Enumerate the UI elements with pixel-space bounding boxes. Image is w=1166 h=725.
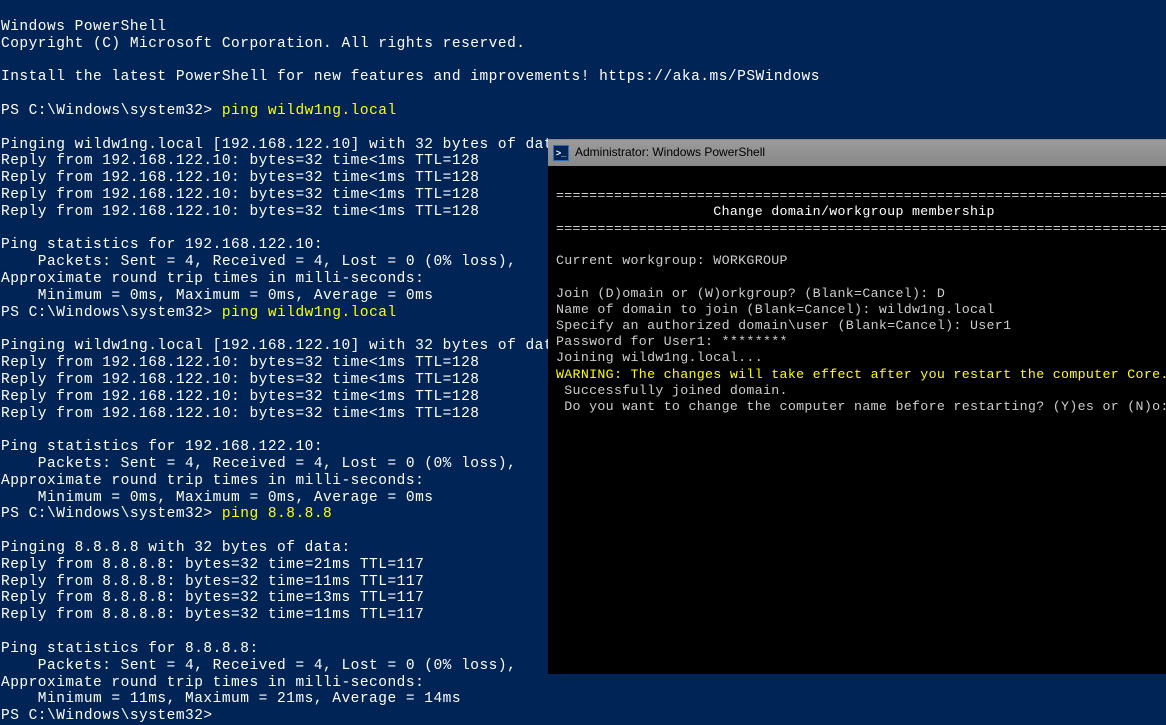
secondary-window-titlebar[interactable]: >_ Administrator: Windows PowerShell: [548, 140, 1166, 166]
warning-line: WARNING: The changes will take effect af…: [556, 367, 1166, 382]
ping1-packets: Packets: Sent = 4, Received = 4, Lost = …: [1, 254, 516, 270]
divider-bottom: ========================================…: [556, 221, 1166, 236]
secondary-powershell-window[interactable]: >_ Administrator: Windows PowerShell ===…: [548, 139, 1166, 674]
domain-name-line: Name of domain to join (Blank=Cancel): w…: [556, 302, 995, 317]
ping3-approx: Approximate round trip times in milli-se…: [1, 675, 424, 691]
ping2-times: Minimum = 0ms, Maximum = 0ms, Average = …: [1, 490, 433, 506]
divider-top: ========================================…: [556, 188, 1166, 203]
ping2-stats-header: Ping statistics for 192.168.122.10:: [1, 439, 323, 455]
ping2-header: Pinging wildw1ng.local [192.168.122.10] …: [1, 338, 572, 354]
secondary-terminal-content[interactable]: ========================================…: [548, 166, 1166, 415]
user-spec-line: Specify an authorized domain\user (Blank…: [556, 318, 1011, 333]
ping3-reply-line: Reply from 8.8.8.8: bytes=32 time=21ms T…: [1, 557, 424, 573]
ping2-reply-line: Reply from 192.168.122.10: bytes=32 time…: [1, 389, 479, 405]
ping3-stats-header: Ping statistics for 8.8.8.8:: [1, 641, 259, 657]
final-prompt: PS C:\Windows\system32>: [1, 708, 213, 724]
ping2-reply-line: Reply from 192.168.122.10: bytes=32 time…: [1, 355, 479, 371]
success-line: Successfully joined domain.: [556, 383, 788, 398]
ping3-times: Minimum = 11ms, Maximum = 21ms, Average …: [1, 691, 461, 707]
prompt-3: PS C:\Windows\system32> ping 8.8.8.8: [1, 506, 332, 522]
current-workgroup: Current workgroup: WORKGROUP: [556, 253, 788, 268]
ping1-header: Pinging wildw1ng.local [192.168.122.10] …: [1, 137, 572, 153]
ping1-reply-line: Reply from 192.168.122.10: bytes=32 time…: [1, 187, 479, 203]
copyright-line: Copyright (C) Microsoft Corporation. All…: [1, 36, 525, 52]
prompt-2: PS C:\Windows\system32> ping wildw1ng.lo…: [1, 305, 397, 321]
password-line: Password for User1: ********: [556, 334, 788, 349]
joining-line: Joining wildw1ng.local...: [556, 350, 763, 365]
secondary-window-title: Administrator: Windows PowerShell: [575, 146, 765, 160]
ping2-reply-line: Reply from 192.168.122.10: bytes=32 time…: [1, 406, 479, 422]
ping1-stats-header: Ping statistics for 192.168.122.10:: [1, 237, 323, 253]
ping1-times: Minimum = 0ms, Maximum = 0ms, Average = …: [1, 288, 433, 304]
ping3-packets: Packets: Sent = 4, Received = 4, Lost = …: [1, 658, 516, 674]
prompt-1: PS C:\Windows\system32> ping wildw1ng.lo…: [1, 103, 397, 119]
ping1-reply-line: Reply from 192.168.122.10: bytes=32 time…: [1, 204, 479, 220]
ping1-reply-line: Reply from 192.168.122.10: bytes=32 time…: [1, 153, 479, 169]
ping3-reply-line: Reply from 8.8.8.8: bytes=32 time=13ms T…: [1, 590, 424, 606]
ps-header-line: Windows PowerShell: [1, 19, 167, 35]
rename-prompt-line[interactable]: Do you want to change the computer name …: [556, 399, 1166, 414]
sconfig-title: Change domain/workgroup membership: [556, 204, 995, 219]
install-message: Install the latest PowerShell for new fe…: [1, 69, 820, 85]
powershell-icon: >_: [553, 145, 569, 161]
ping3-reply-line: Reply from 8.8.8.8: bytes=32 time=11ms T…: [1, 574, 424, 590]
ping3-header: Pinging 8.8.8.8 with 32 bytes of data:: [1, 540, 351, 556]
join-prompt-line: Join (D)omain or (W)orkgroup? (Blank=Can…: [556, 286, 945, 301]
ping2-packets: Packets: Sent = 4, Received = 4, Lost = …: [1, 456, 516, 472]
ping1-reply-line: Reply from 192.168.122.10: bytes=32 time…: [1, 170, 479, 186]
ping1-approx: Approximate round trip times in milli-se…: [1, 271, 424, 287]
ping2-approx: Approximate round trip times in milli-se…: [1, 473, 424, 489]
ping2-reply-line: Reply from 192.168.122.10: bytes=32 time…: [1, 372, 479, 388]
ping3-reply-line: Reply from 8.8.8.8: bytes=32 time=11ms T…: [1, 607, 424, 623]
